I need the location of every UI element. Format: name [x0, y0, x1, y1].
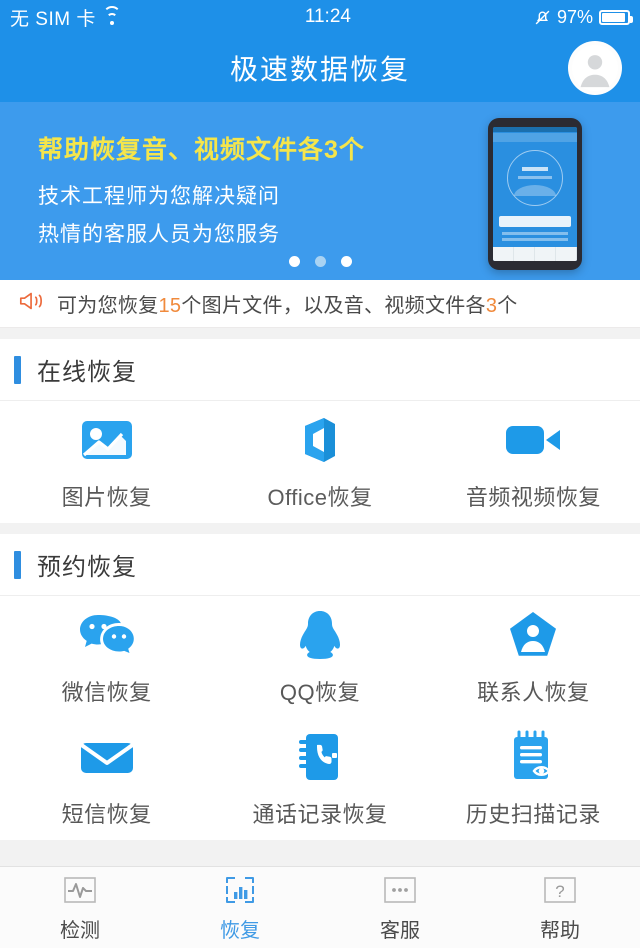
sms-recovery-icon — [76, 730, 138, 784]
section-title: 预约恢复 — [37, 554, 137, 581]
grid-item-sms-recovery[interactable]: 短信恢复 — [0, 718, 213, 840]
bottom-tab-bar: 检测 恢复 客服 ? 帮助 — [0, 866, 640, 948]
promo-banner[interactable]: 帮助恢复音、视频文件各3个 技术工程师为您解决疑问 热情的客服人员为您服务 — [0, 102, 640, 280]
battery-icon — [599, 9, 633, 25]
office-recovery-icon — [289, 413, 351, 467]
notice-bar[interactable]: 可为您恢复15个图片文件，以及音、视频文件各3个 — [0, 280, 640, 328]
section-gap — [0, 328, 640, 339]
bell-muted-icon — [534, 9, 551, 26]
grid-item-label: 音频视频恢复 — [465, 484, 601, 510]
clock-label: 11:24 — [304, 6, 351, 27]
avatar-person-glyph — [572, 45, 618, 91]
tab-recovery[interactable]: 恢复 — [160, 867, 320, 948]
grid-item-image-recovery[interactable]: 图片恢复 — [0, 401, 213, 523]
call-log-recovery-icon — [289, 730, 351, 784]
banner-headline: 帮助恢复音、视频文件各3个 — [38, 136, 365, 164]
carousel-dots[interactable] — [0, 256, 640, 267]
section-accent-bar — [14, 355, 21, 384]
phone-scan-button — [499, 216, 571, 227]
grid-item-video-recovery[interactable]: 音频视频恢复 — [427, 401, 640, 523]
grid-item-contacts-recovery[interactable]: 联系人恢复 — [427, 596, 640, 718]
tab-label: 恢复 — [220, 920, 260, 942]
status-bar-left: 无 SIM 卡 — [10, 4, 122, 31]
svg-text:?: ? — [555, 882, 564, 901]
tab-help[interactable]: ? 帮助 — [480, 867, 640, 948]
user-avatar-icon[interactable] — [568, 41, 622, 95]
notice-middle: 个图片文件，以及音、视频文件各 — [181, 295, 486, 317]
status-bar-right: 97% — [534, 6, 633, 28]
notice-count-images: 15 — [158, 295, 182, 317]
carousel-dot[interactable] — [288, 256, 300, 267]
section-online-recovery: 在线恢复 图片恢复 Office恢复 音频视频恢复 — [0, 339, 640, 523]
section-header: 预约恢复 — [0, 534, 640, 596]
bar-chart-recovery-icon — [218, 872, 262, 908]
grid-item-label: 联系人恢复 — [477, 679, 590, 705]
video-recovery-icon — [502, 413, 564, 467]
notice-prefix: 可为您恢复 — [57, 295, 159, 317]
battery-percent-label: 97% — [556, 6, 593, 27]
grid-item-scan-history[interactable]: 历史扫描记录 — [427, 718, 640, 840]
grid-item-wechat-recovery[interactable]: 微信恢复 — [0, 596, 213, 718]
qq-recovery-icon — [289, 608, 351, 662]
grid-item-label: 通话记录恢复 — [252, 801, 388, 827]
grid-item-label: 图片恢复 — [61, 484, 152, 510]
grid-item-label: 历史扫描记录 — [465, 801, 601, 827]
page-title: 极速数据恢复 — [229, 54, 410, 85]
tab-customer-service[interactable]: 客服 — [320, 867, 480, 948]
content-spacer — [0, 840, 640, 866]
phone-scan-circle — [507, 150, 563, 206]
appointment-recovery-grid-row-2: 短信恢复 通话记录恢复 历史扫描记录 — [0, 718, 640, 840]
wifi-icon — [103, 5, 122, 25]
section-gap — [0, 523, 640, 534]
notice-count-media: 3 — [485, 295, 498, 317]
banner-line-2: 热情的客服人员为您服务 — [38, 223, 280, 246]
grid-item-office-recovery[interactable]: Office恢复 — [213, 401, 426, 523]
notice-text: 可为您恢复15个图片文件，以及音、视频文件各3个 — [57, 289, 518, 318]
status-bar: 无 SIM 卡 11:24 97% — [0, 0, 640, 34]
appointment-recovery-grid-row-1: 微信恢复 QQ恢复 联系人恢复 — [0, 596, 640, 718]
grid-item-call-log-recovery[interactable]: 通话记录恢复 — [213, 718, 426, 840]
scan-history-icon — [502, 730, 564, 784]
phone-screen — [493, 127, 577, 261]
grid-item-label: Office恢复 — [267, 484, 373, 510]
tab-detect[interactable]: 检测 — [0, 867, 160, 948]
carousel-dot[interactable] — [340, 256, 352, 267]
grid-item-label: QQ恢复 — [279, 679, 361, 705]
tab-label: 帮助 — [540, 920, 580, 942]
section-header: 在线恢复 — [0, 339, 640, 401]
megaphone-icon — [18, 289, 46, 318]
section-appointment-recovery: 预约恢复 微信恢复 QQ恢复 联系人恢复 短信恢复 通话记录恢复 历史扫描记录 — [0, 534, 640, 840]
grid-item-label: 微信恢复 — [61, 679, 152, 705]
banner-line-1: 技术工程师为您解决疑问 — [38, 185, 280, 208]
dots-service-icon — [378, 872, 422, 908]
carrier-label: 无 SIM 卡 — [10, 8, 96, 30]
tab-label: 检测 — [60, 920, 100, 942]
question-help-icon: ? — [538, 872, 582, 908]
online-recovery-grid: 图片恢复 Office恢复 音频视频恢复 — [0, 401, 640, 523]
app-root: 无 SIM 卡 11:24 97% 极速数据恢复 帮助恢复音、视频文件各3个 技… — [0, 0, 640, 948]
grid-item-qq-recovery[interactable]: QQ恢复 — [213, 596, 426, 718]
notice-suffix: 个 — [497, 295, 518, 317]
grid-item-label: 短信恢复 — [61, 801, 152, 827]
wechat-recovery-icon — [76, 608, 138, 662]
carousel-dot[interactable] — [314, 256, 326, 267]
phone-mockup-illustration — [488, 118, 582, 270]
section-title: 在线恢复 — [37, 359, 137, 386]
tab-label: 客服 — [380, 920, 420, 942]
banner-text-block: 帮助恢复音、视频文件各3个 技术工程师为您解决疑问 热情的客服人员为您服务 — [38, 130, 365, 248]
contacts-recovery-icon — [502, 608, 564, 662]
app-bar: 极速数据恢复 — [0, 34, 640, 102]
section-accent-bar — [14, 550, 21, 579]
image-recovery-icon — [76, 413, 138, 467]
pulse-detect-icon — [58, 872, 102, 908]
